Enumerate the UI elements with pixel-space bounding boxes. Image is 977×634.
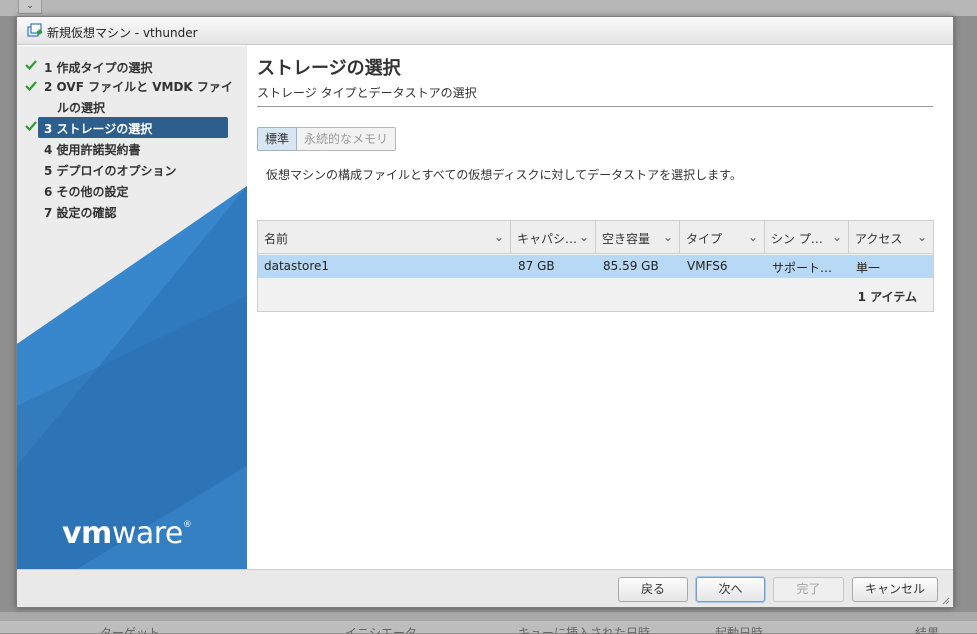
column-label: シン プ… — [771, 232, 823, 246]
chevron-down-icon[interactable]: ⌄ — [917, 230, 927, 244]
dialog-title: 新規仮想マシン - vthunder — [47, 26, 198, 40]
cell-thin: サポート… — [772, 261, 833, 275]
step-label: 3 ストレージの選択 — [44, 122, 153, 136]
finish-button[interactable]: 完了 — [773, 577, 844, 602]
check-icon — [25, 81, 37, 92]
column-header-name[interactable]: 名前 ⌄ — [258, 221, 511, 254]
column-label: キャパシ… — [517, 232, 578, 246]
standard-toggle-button[interactable]: 標準 — [257, 127, 298, 151]
step-label: 2 OVF ファイルと VMDK ファイ — [44, 80, 233, 94]
datastore-table: 名前 ⌄ キャパシ… ⌄ 空き容量 ⌄ タイプ ⌄ シン プ… ⌄ アクセス ⌄… — [257, 220, 934, 312]
item-count: 1 アイテム — [857, 290, 917, 304]
dialog-titlebar[interactable]: 新規仮想マシン - vthunder — [17, 17, 953, 45]
step-3[interactable]: 3 ストレージの選択 — [17, 117, 247, 138]
logo-registered: ® — [182, 520, 192, 530]
chevron-down-icon[interactable]: ⌄ — [832, 230, 842, 244]
step-1[interactable]: 1 作成タイプの選択 — [17, 56, 247, 77]
column-label: 名前 — [264, 232, 289, 246]
step-label: 6 その他の設定 — [44, 185, 129, 199]
step-label: 7 設定の確認 — [44, 206, 117, 220]
storage-type-toggle: 標準 永続的なメモリ — [257, 127, 397, 151]
divider — [257, 106, 933, 107]
step-5[interactable]: 5 デプロイのオプション — [17, 159, 247, 180]
cell-type: VMFS6 — [687, 259, 728, 273]
cell-name: datastore1 — [264, 259, 330, 273]
chevron-down-icon[interactable]: ⌄ — [748, 230, 758, 244]
step-label: 1 作成タイプの選択 — [44, 61, 153, 75]
check-icon — [25, 60, 37, 71]
persistent-memory-toggle-button[interactable]: 永続的なメモリ — [297, 127, 397, 151]
chevron-down-icon[interactable]: ⌄ — [494, 230, 504, 244]
cell-free: 85.59 GB — [603, 259, 659, 273]
next-button[interactable]: 次へ — [696, 577, 765, 602]
chevron-down-icon[interactable]: ⌄ — [579, 230, 589, 244]
column-header-capacity[interactable]: キャパシ… ⌄ — [511, 221, 596, 254]
chevron-down-icon[interactable]: ⌄ — [663, 230, 673, 244]
column-label: タイプ — [686, 232, 723, 246]
column-label: 空き容量 — [602, 232, 651, 246]
column-header-free[interactable]: 空き容量 ⌄ — [596, 221, 680, 254]
cancel-button[interactable]: キャンセル — [852, 577, 938, 602]
step-label-line2: ルの選択 — [57, 101, 106, 115]
wizard-step-nav: 1 作成タイプの選択 2 OVF ファイルと VMDK ファイ ルの選択 3 ス… — [17, 46, 247, 569]
column-header-access[interactable]: アクセス ⌄ — [849, 221, 933, 254]
cell-access: 単一 — [856, 261, 881, 275]
column-header-type[interactable]: タイプ ⌄ — [680, 221, 765, 254]
page-description: 仮想マシンの構成ファイルとすべての仮想ディスクに対してデータストアを選択します。 — [266, 168, 742, 182]
button-bar: 戻る 次へ 完了 キャンセル — [17, 569, 953, 607]
step-label: 4 使用許諾契約書 — [44, 143, 141, 157]
step-7[interactable]: 7 設定の確認 — [17, 201, 247, 222]
column-label: アクセス — [855, 232, 903, 246]
table-row[interactable]: datastore1 87 GB 85.59 GB VMFS6 サポート… 単一 — [258, 255, 933, 278]
chevron-down-icon[interactable]: ⌄ — [18, 0, 42, 14]
new-vm-wizard-dialog: 新規仮想マシン - vthunder 1 作成タイプの選択 2 OVF ファイル… — [16, 16, 954, 608]
back-button[interactable]: 戻る — [618, 577, 688, 602]
page-subtitle: ストレージ タイプとデータストアの選択 — [257, 86, 477, 100]
step-6[interactable]: 6 その他の設定 — [17, 180, 247, 201]
step-4[interactable]: 4 使用許諾契約書 — [17, 138, 247, 159]
step-2[interactable]: 2 OVF ファイルと VMDK ファイ ルの選択 — [17, 77, 247, 119]
cell-capacity: 87 GB — [518, 259, 555, 273]
column-header-thin[interactable]: シン プ… ⌄ — [765, 221, 849, 254]
page-title: ストレージの選択 — [257, 58, 401, 79]
new-vm-icon — [27, 23, 42, 37]
table-header: 名前 ⌄ キャパシ… ⌄ 空き容量 ⌄ タイプ ⌄ シン プ… ⌄ アクセス ⌄ — [258, 221, 933, 254]
background-toolbar: ⌄ — [0, 0, 977, 16]
logo-vm: vm — [62, 516, 112, 551]
resize-grip-icon[interactable] — [942, 597, 950, 605]
wizard-content: ストレージの選択 ストレージ タイプとデータストアの選択 標準 永続的なメモリ … — [247, 46, 953, 569]
step-label: 5 デプロイのオプション — [44, 164, 177, 178]
check-icon — [25, 121, 37, 132]
logo-ware: ware — [111, 516, 184, 551]
vmware-logo: vmware® — [62, 516, 192, 551]
